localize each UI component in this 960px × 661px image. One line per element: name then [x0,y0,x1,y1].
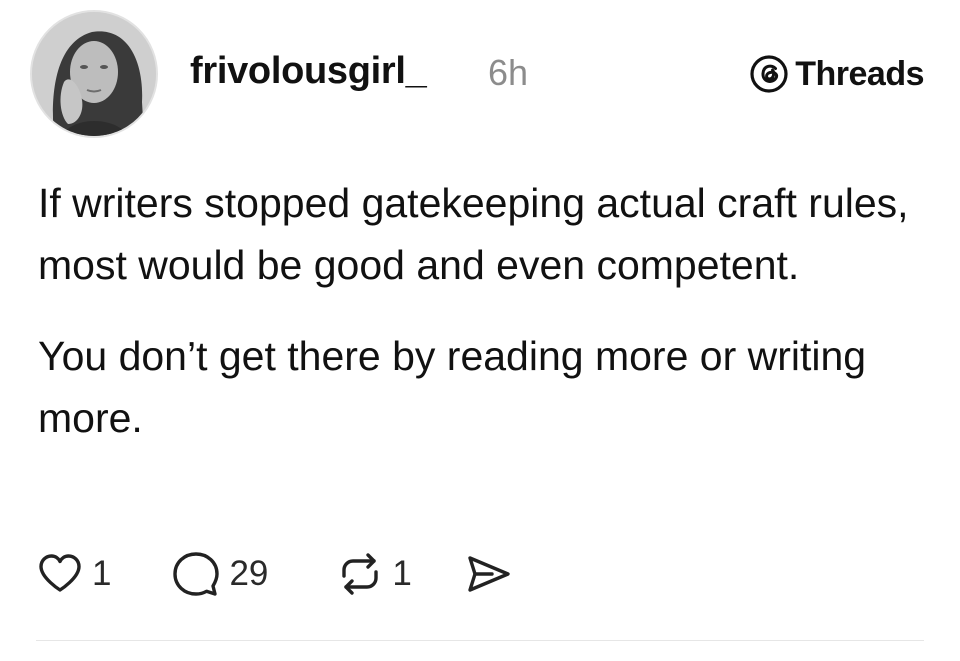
repost-button[interactable]: 1 [336,550,412,598]
post-timestamp: 6h [488,52,529,93]
avatar[interactable] [30,10,158,138]
brand-label: Threads [795,54,924,93]
action-bar: 1 29 1 [36,549,512,599]
send-icon [468,556,510,592]
threads-logo-icon [750,55,788,93]
comment-icon [173,552,220,596]
repost-count: 1 [392,554,412,593]
reply-count: 29 [229,554,269,593]
repost-icon [342,553,379,595]
reply-button[interactable]: 29 [171,549,268,599]
like-button[interactable]: 1 [36,550,111,598]
share-button[interactable] [464,550,512,598]
threads-brand: Threads [749,54,924,94]
divider [36,640,924,641]
profile-photo [32,12,156,136]
author-username[interactable]: frivolousgirl_ [190,50,427,93]
post-paragraph: If writers stopped gatekeeping actual cr… [38,180,909,288]
post-body: If writers stopped gatekeeping actual cr… [38,172,938,449]
like-count: 1 [92,554,112,593]
post-paragraph: You don’t get there by reading more or w… [38,333,867,441]
heart-icon [39,554,81,592]
